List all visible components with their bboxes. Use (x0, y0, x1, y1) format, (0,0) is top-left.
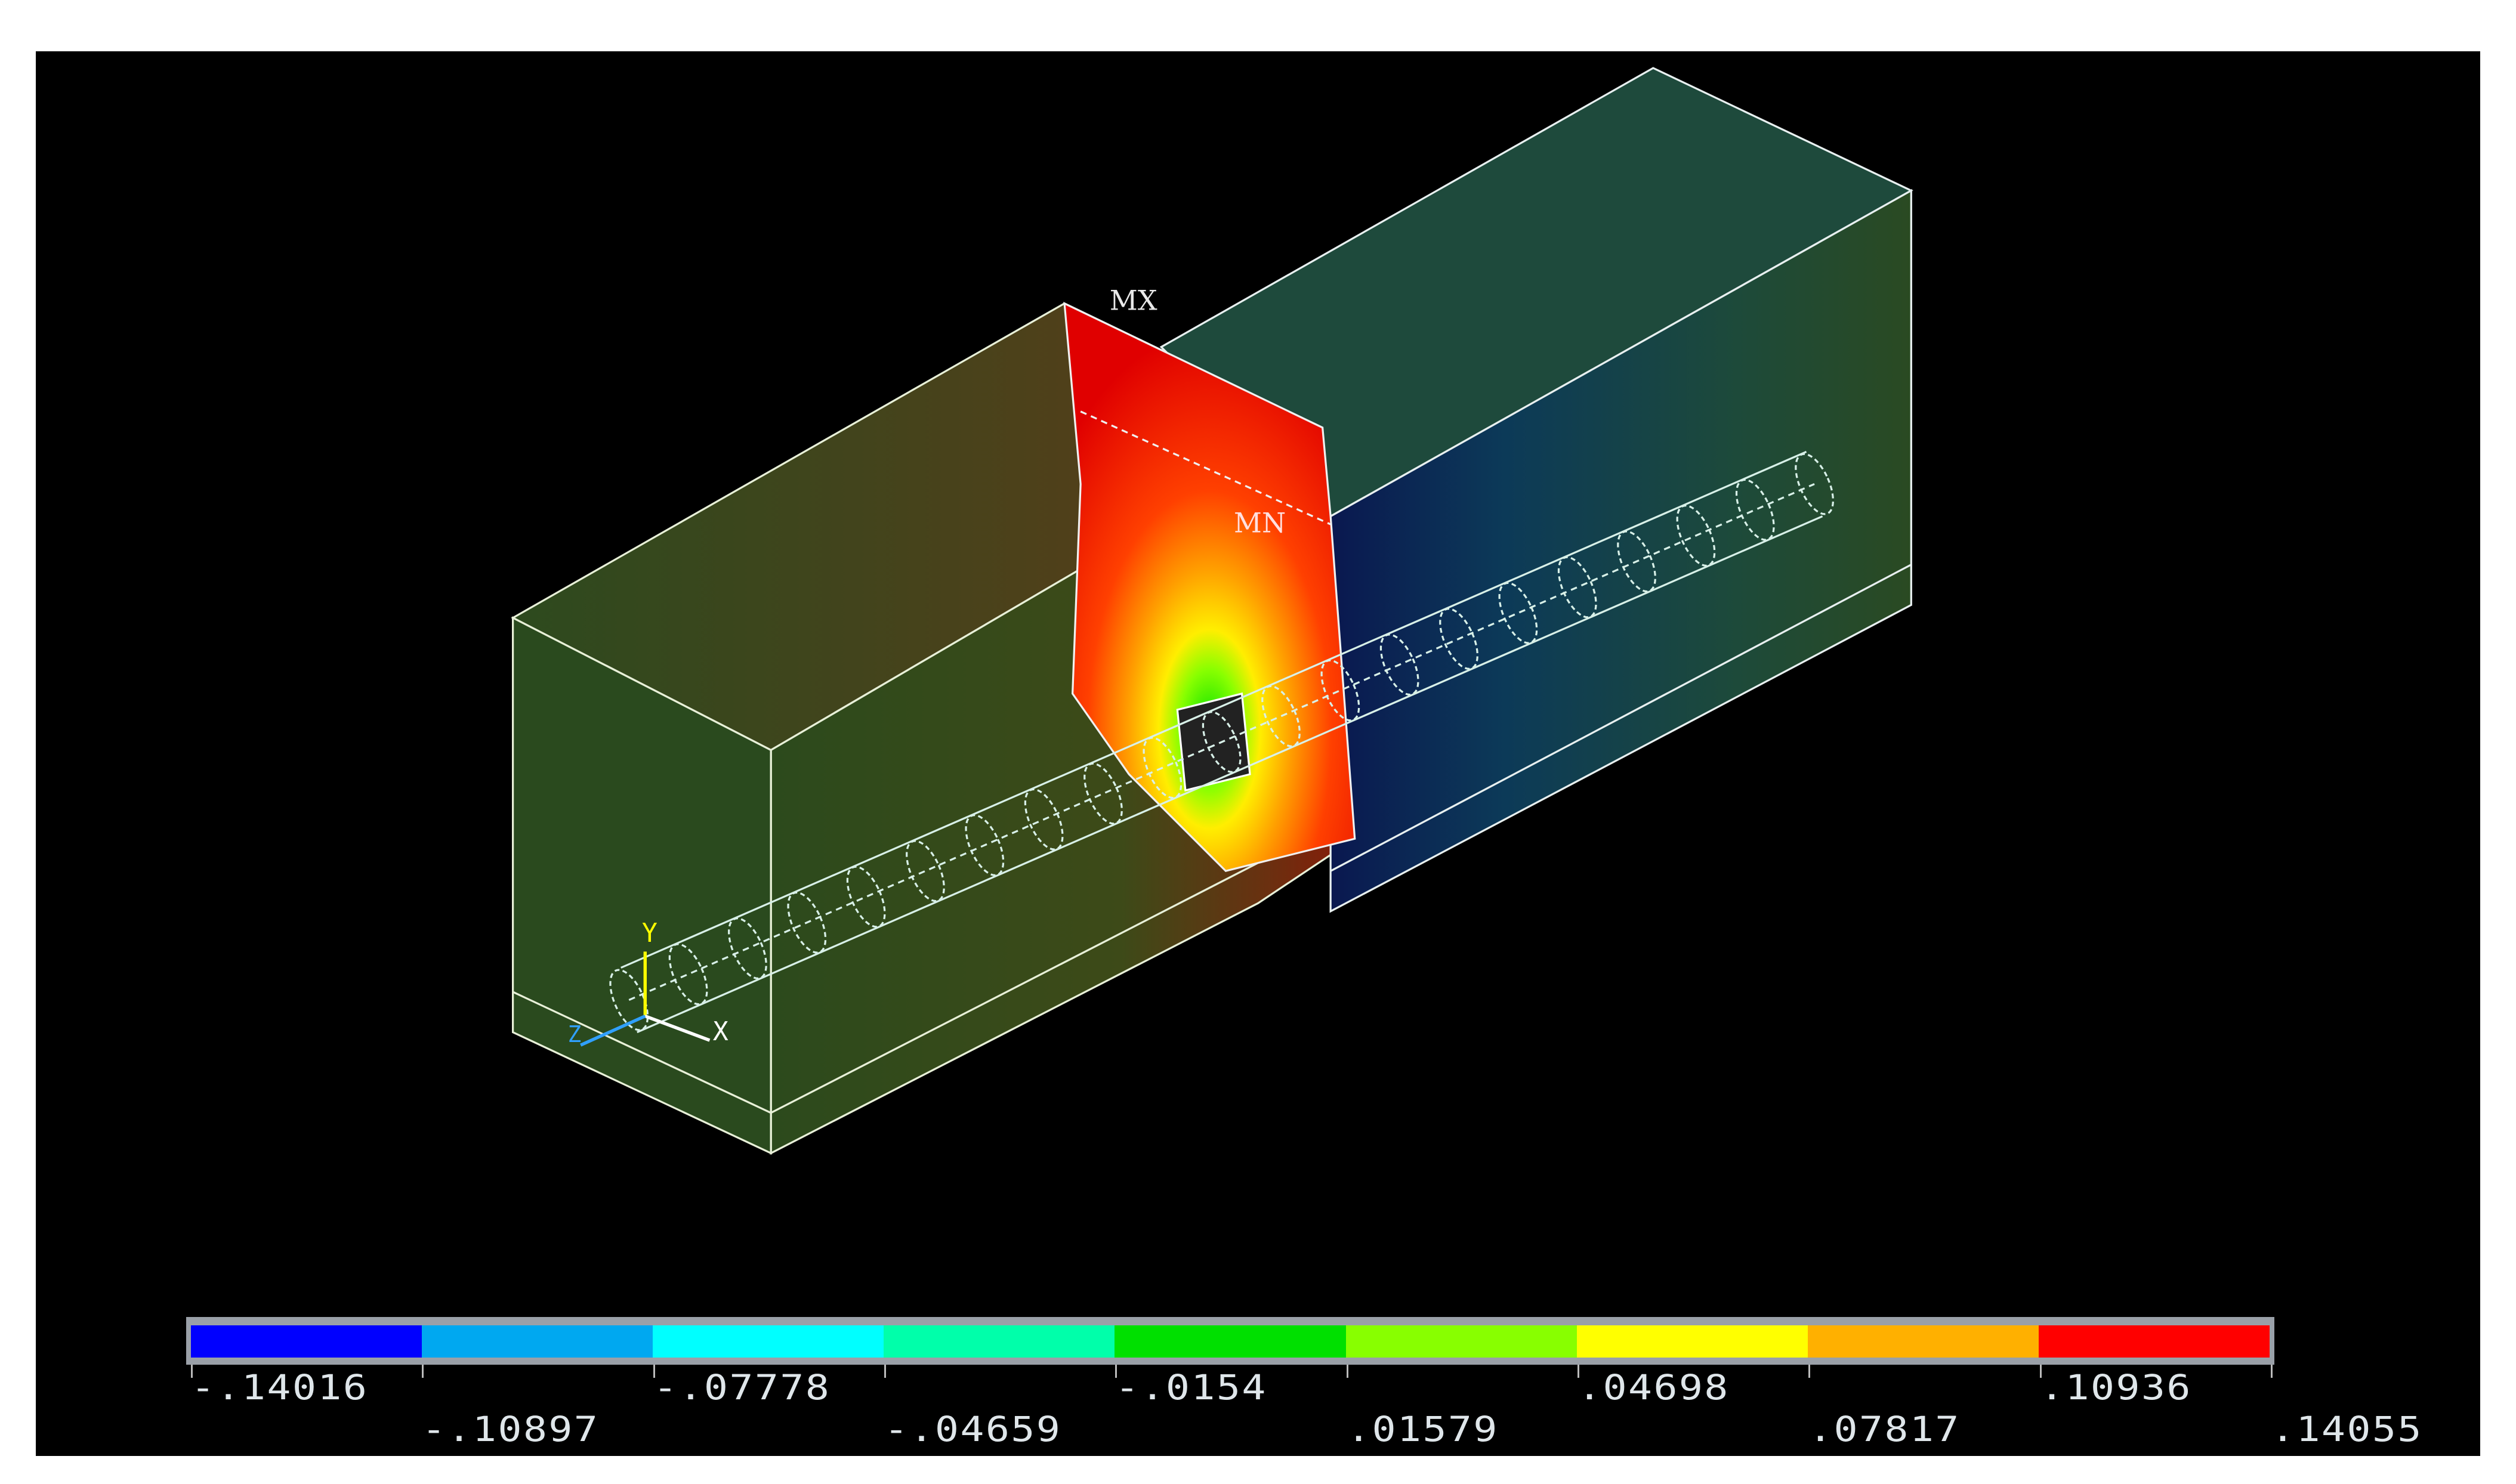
legend-swatch (1807, 1325, 2039, 1358)
min-label: MN (1234, 507, 1286, 539)
legend-tick-label: -.07778 (653, 1367, 831, 1408)
legend-tick (884, 1365, 886, 1378)
legend-tick-label: -.10897 (422, 1409, 600, 1449)
axis-y-label: Y (642, 919, 657, 948)
legend-tick (191, 1365, 193, 1378)
legend-tick-label: -.0154 (1115, 1367, 1268, 1408)
legend-swatch (653, 1325, 884, 1358)
legend-tick-label: .01579 (1346, 1409, 1499, 1449)
legend-swatch (884, 1325, 1115, 1358)
legend-tick (422, 1365, 424, 1378)
legend-tick-label: .04698 (1577, 1367, 1730, 1408)
legend-tick-label: .14055 (2271, 1409, 2423, 1449)
legend-tick-label: .10936 (2039, 1367, 2192, 1408)
axis-x-label: X (713, 1017, 728, 1047)
legend-tick-label: .07817 (1808, 1409, 1961, 1449)
legend-swatch (1345, 1325, 1577, 1358)
legend-tick (1577, 1365, 1579, 1378)
legend-tick (653, 1365, 655, 1378)
fea-model-view: Y X Z MX MN (511, 67, 1913, 1155)
legend-swatch (1115, 1325, 1346, 1358)
max-label: MX (1110, 285, 1157, 317)
legend-tick-label: -.14016 (191, 1367, 369, 1408)
legend-tick (1346, 1365, 1348, 1378)
legend-swatch (191, 1325, 422, 1358)
legend-swatch (2038, 1325, 2270, 1358)
legend-tick (2039, 1365, 2042, 1378)
legend-tick (1115, 1365, 1117, 1378)
legend-swatch (1576, 1325, 1808, 1358)
legend-tick-label: -.04659 (884, 1409, 1062, 1449)
legend-tick (1808, 1365, 1811, 1378)
legend-swatch (422, 1325, 653, 1358)
axis-z-label: Z (568, 1021, 582, 1047)
color-legend (186, 1317, 2274, 1365)
legend-tick (2271, 1365, 2273, 1378)
